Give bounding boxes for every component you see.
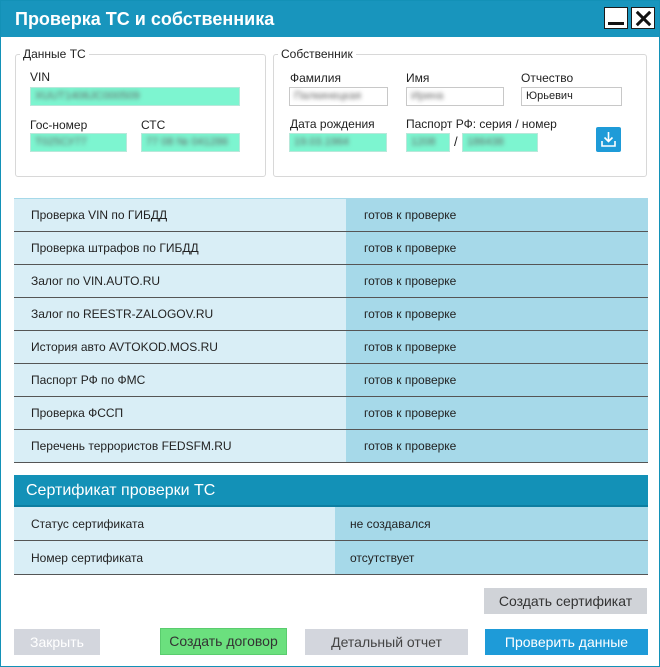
- certificate-field-name: Номер сертификата: [14, 540, 335, 575]
- name-input[interactable]: Ирина: [406, 87, 504, 106]
- passport-series-value: 1208: [411, 136, 436, 148]
- check-status: готов к проверке: [346, 330, 648, 364]
- check-data-button[interactable]: Проверить данные: [485, 629, 648, 655]
- birth-date-label: Дата рождения: [290, 117, 375, 131]
- passport-label: Паспорт РФ: серия / номер: [406, 117, 557, 131]
- create-certificate-button[interactable]: Создать сертификат: [484, 588, 647, 614]
- certificate-section: Сертификат проверки ТС Статус сертификат…: [14, 475, 648, 575]
- patronymic-input[interactable]: Юрьевич: [521, 87, 622, 106]
- certificate-row: Номер сертификата отсутствует: [14, 540, 648, 575]
- surname-value: Палкинецкая: [294, 90, 362, 102]
- certificate-field-name: Статус сертификата: [14, 507, 335, 541]
- check-name: Залог по REESTR-ZALOGOV.RU: [14, 297, 346, 331]
- check-status: готов к проверке: [346, 396, 648, 430]
- check-name: Проверка ФССП: [14, 396, 346, 430]
- close-button[interactable]: Закрыть: [14, 629, 100, 655]
- vin-input[interactable]: XUUT1406JC000509: [30, 87, 240, 106]
- check-name: Паспорт РФ по ФМС: [14, 363, 346, 397]
- certificate-header: Сертификат проверки ТС: [14, 475, 648, 507]
- vin-label: VIN: [30, 70, 51, 84]
- close-window-button[interactable]: [631, 7, 655, 29]
- vehicle-data-group: Данные ТС: [15, 47, 266, 177]
- passport-number-value: 186438: [467, 136, 504, 148]
- download-icon: [601, 132, 616, 147]
- plate-label: Гос-номер: [30, 118, 88, 132]
- birth-date-input[interactable]: 19.03.1964: [289, 133, 387, 152]
- plate-input[interactable]: Т025СУ77: [30, 133, 127, 152]
- check-row: История авто AVTOKOD.MOS.RU готов к прове…: [14, 330, 648, 364]
- certificate-field-value: отсутствует: [335, 540, 648, 575]
- owner-group: Собственник: [273, 47, 647, 177]
- check-row: Залог по VIN.AUTO.RU готов к проверке: [14, 264, 648, 298]
- check-status: готов к проверке: [346, 198, 648, 232]
- patronymic-value: Юрьевич: [526, 90, 573, 102]
- check-name: Проверка штрафов по ГИБДД: [14, 231, 346, 265]
- check-name: Залог по VIN.AUTO.RU: [14, 264, 346, 298]
- check-row: Залог по REESTR-ZALOGOV.RU готов к провер…: [14, 297, 648, 331]
- check-row: Перечень террористов FEDSFM.RU готов к пр…: [14, 429, 648, 463]
- certificate-row: Статус сертификата не создавался: [14, 507, 648, 541]
- certificate-table: Статус сертификата не создавался Номер сер…: [14, 507, 648, 575]
- check-status: готов к проверке: [346, 264, 648, 298]
- check-name: Перечень террористов FEDSFM.RU: [14, 429, 346, 463]
- check-row: Паспорт РФ по ФМС готов к проверке: [14, 363, 648, 397]
- owner-legend: Собственник: [281, 47, 353, 61]
- name-value: Ирина: [411, 90, 444, 102]
- passport-series-input[interactable]: 1208: [406, 133, 450, 152]
- check-name: Проверка VIN по ГИБДД: [14, 198, 346, 232]
- check-row: Проверка VIN по ГИБДД готов к проверке: [14, 198, 648, 232]
- check-row: Проверка штрафов по ГИБДД готов к проверк…: [14, 231, 648, 265]
- vehicle-data-legend: Данные ТС: [23, 47, 86, 61]
- checks-table: Проверка VIN по ГИБДД готов к проверке Про…: [14, 198, 648, 463]
- download-button[interactable]: [596, 127, 621, 152]
- minimize-button[interactable]: [604, 7, 628, 29]
- check-status: готов к проверке: [346, 429, 648, 463]
- birth-date-value: 19.03.1964: [294, 136, 350, 148]
- surname-input[interactable]: Палкинецкая: [289, 87, 388, 106]
- window-title: Проверка ТС и собственника: [15, 9, 275, 29]
- certificate-field-value: не создавался: [335, 507, 648, 541]
- plate-value: Т025СУ77: [35, 136, 87, 148]
- passport-separator: /: [454, 134, 458, 149]
- title-bar: Проверка ТС и собственника: [1, 1, 659, 37]
- passport-number-input[interactable]: 186438: [462, 133, 538, 152]
- sts-label: СТС: [141, 118, 166, 132]
- app-window: Проверка ТС и собственника Данные ТС VIN…: [0, 0, 660, 667]
- patronymic-label: Отчество: [521, 71, 574, 85]
- sts-value: 77 08 № 041286: [146, 136, 229, 148]
- check-name: История авто AVTOKOD.MOS.RU: [14, 330, 346, 364]
- sts-input[interactable]: 77 08 № 041286: [141, 133, 240, 152]
- create-contract-button[interactable]: Создать договор: [160, 628, 287, 655]
- name-label: Имя: [406, 71, 430, 85]
- vin-value: XUUT1406JC000509: [35, 90, 140, 102]
- check-status: готов к проверке: [346, 363, 648, 397]
- detailed-report-button[interactable]: Детальный отчет: [305, 629, 468, 655]
- surname-label: Фамилия: [290, 71, 341, 85]
- check-status: готов к проверке: [346, 231, 648, 265]
- check-status: готов к проверке: [346, 297, 648, 331]
- check-row: Проверка ФССП готов к проверке: [14, 396, 648, 430]
